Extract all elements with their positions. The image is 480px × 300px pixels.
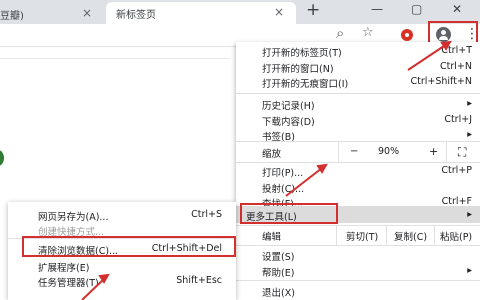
- annotation-box-clear-data: [22, 236, 236, 257]
- tab-title: 豆瓣): [0, 11, 24, 22]
- menu-item-shortcut: Ctrl+T: [441, 45, 472, 56]
- zoom-divider: [338, 142, 339, 162]
- menu-item-shortcut: Ctrl+N: [440, 61, 472, 72]
- tab-new-tab-page[interactable]: 新标签页 ×: [106, 2, 296, 24]
- new-tab-button[interactable]: +: [306, 0, 320, 20]
- zoom-icon[interactable]: ⌕: [336, 24, 344, 42]
- menu-item-label: 帮助(E): [262, 268, 295, 279]
- submenu-arrow-icon: ▸: [467, 129, 472, 140]
- zoom-divider: [446, 142, 447, 162]
- submenu-arrow-icon: ▸: [467, 209, 472, 220]
- chrome-main-menu: 打开新的标签页(T) Ctrl+T 打开新的窗口(N) Ctrl+N 打开新的无…: [236, 42, 480, 300]
- cut-button[interactable]: 剪切(T): [346, 229, 378, 243]
- menu-item-new-window[interactable]: 打开新的窗口(N) Ctrl+N: [236, 60, 480, 75]
- paste-button[interactable]: 粘贴(P): [440, 229, 472, 243]
- menu-separator: [236, 280, 480, 281]
- zoom-out-button[interactable]: −: [350, 146, 358, 157]
- menu-separator: [236, 225, 480, 226]
- menu-separator: [236, 93, 480, 94]
- page-divider: [0, 58, 230, 59]
- menu-item-label: 打开新的标签页(T): [262, 48, 342, 59]
- menu-item-label: 退出(X): [262, 288, 295, 299]
- tab-close-icon[interactable]: ×: [274, 5, 284, 19]
- page-green-shape: [0, 150, 4, 166]
- tab-title: 新标签页: [116, 10, 156, 21]
- menu-item-settings[interactable]: 设置(S): [236, 248, 480, 263]
- menu-item-label: 下载内容(D): [262, 117, 315, 128]
- menu-item-label: 网页另存为(A)...: [38, 212, 109, 223]
- menu-item-downloads[interactable]: 下载内容(D) Ctrl+J: [236, 113, 480, 128]
- menu-separator: [236, 141, 480, 142]
- window-close-icon[interactable]: ✕: [452, 2, 462, 16]
- menu-item-print[interactable]: 打印(P)... Ctrl+P: [236, 164, 480, 179]
- fullscreen-icon[interactable]: ⛶: [458, 145, 466, 160]
- maximize-icon[interactable]: ▢: [411, 2, 422, 16]
- extension-icon[interactable]: [401, 29, 413, 41]
- submenu-item-extensions[interactable]: 扩展程序(E): [8, 259, 236, 274]
- tab-close-icon[interactable]: ×: [82, 6, 92, 20]
- menu-item-label: 打印(P)...: [262, 168, 304, 179]
- menu-item-help[interactable]: 帮助(E) ▸: [236, 264, 480, 279]
- menu-item-shortcut: Ctrl+S: [191, 209, 222, 220]
- menu-item-exit[interactable]: 退出(X): [236, 284, 480, 299]
- menu-item-label: 任务管理器(T): [38, 278, 99, 289]
- annotation-box-more-tools: [240, 203, 338, 224]
- submenu-item-task-manager[interactable]: 任务管理器(T) Shift+Esc: [8, 274, 236, 289]
- zoom-in-button[interactable]: +: [429, 145, 438, 158]
- menu-separator: [236, 245, 480, 246]
- more-tools-submenu: 网页另存为(A)... Ctrl+S 创建快捷方式... 清除浏览数据(C)..…: [8, 202, 236, 300]
- menu-item-label: 历史记录(H): [262, 101, 315, 112]
- edit-divider: [434, 225, 435, 245]
- edit-divider: [336, 225, 337, 245]
- menu-separator: [236, 162, 480, 163]
- submenu-arrow-icon: ▸: [467, 265, 472, 276]
- bookmark-star-icon[interactable]: ☆: [362, 25, 374, 40]
- submenu-item-save-page[interactable]: 网页另存为(A)... Ctrl+S: [8, 208, 236, 223]
- edit-label: 编辑: [262, 232, 282, 243]
- menu-item-shortcut: Ctrl+Shift+N: [410, 76, 472, 87]
- menu-item-shortcut: Ctrl+P: [441, 165, 472, 176]
- copy-button[interactable]: 复制(C): [394, 229, 427, 243]
- menu-item-shortcut: Shift+Esc: [176, 275, 222, 286]
- menu-item-label: 打开新的窗口(N): [262, 64, 334, 75]
- tab-douban[interactable]: 豆瓣) ×: [0, 3, 102, 24]
- menu-item-cast[interactable]: 投射(C)...: [236, 180, 480, 195]
- edit-divider: [386, 225, 387, 245]
- minimize-icon[interactable]: —: [371, 2, 383, 16]
- menu-item-new-tab[interactable]: 打开新的标签页(T) Ctrl+T: [236, 44, 480, 59]
- menu-item-label: 扩展程序(E): [38, 263, 90, 274]
- zoom-level: 90%: [378, 146, 400, 157]
- zoom-label: 缩放: [262, 149, 282, 160]
- menu-item-shortcut: Ctrl+J: [444, 114, 472, 125]
- menu-item-label: 投射(C)...: [262, 184, 305, 195]
- menu-item-label: 打开新的无痕窗口(I): [262, 79, 349, 90]
- submenu-arrow-icon: ▸: [467, 98, 472, 109]
- menu-item-incognito[interactable]: 打开新的无痕窗口(I) Ctrl+Shift+N: [236, 75, 480, 90]
- menu-item-label: 设置(S): [262, 252, 295, 263]
- menu-item-history[interactable]: 历史记录(H) ▸: [236, 97, 480, 112]
